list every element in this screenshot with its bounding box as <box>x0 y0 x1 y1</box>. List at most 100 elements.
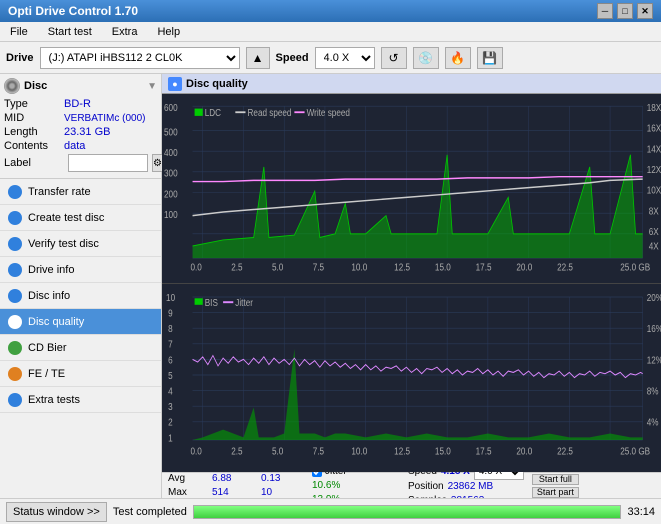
nav-drive-info[interactable]: Drive info <box>0 257 161 283</box>
disc-icon <box>4 78 20 94</box>
svg-text:10X: 10X <box>647 185 661 196</box>
eject-button[interactable]: ▲ <box>246 47 270 69</box>
minimize-button[interactable]: ─ <box>597 3 613 19</box>
chart-title: Disc quality <box>186 78 248 90</box>
svg-text:6: 6 <box>168 354 173 365</box>
speed-label: Speed <box>276 52 309 64</box>
chart-header: ● Disc quality <box>162 74 661 94</box>
disc-mid-label: MID <box>4 112 64 124</box>
nav-label-transfer: Transfer rate <box>28 186 91 198</box>
menu-extra[interactable]: Extra <box>106 24 144 40</box>
nav-label-cd-bier: CD Bier <box>28 342 67 354</box>
svg-text:8X: 8X <box>649 206 659 217</box>
svg-text:25.0 GB: 25.0 GB <box>620 262 650 273</box>
nav-icon-verify <box>8 237 22 251</box>
disc-type-value: BD-R <box>64 98 91 110</box>
drive-select[interactable]: (J:) ATAPI iHBS112 2 CL0K <box>40 47 240 69</box>
burn-button[interactable]: 🔥 <box>445 47 471 69</box>
nav-label-fe-te: FE / TE <box>28 368 65 380</box>
svg-text:8: 8 <box>168 323 173 334</box>
nav-create-test-disc[interactable]: Create test disc <box>0 205 161 231</box>
svg-text:Read speed: Read speed <box>248 107 292 118</box>
disc-type-label: Type <box>4 98 64 110</box>
nav-label-extra: Extra tests <box>28 394 80 406</box>
svg-text:BIS: BIS <box>205 297 218 308</box>
close-button[interactable]: ✕ <box>637 3 653 19</box>
progress-bar-container <box>193 505 622 519</box>
svg-text:8%: 8% <box>647 385 659 396</box>
svg-text:17.5: 17.5 <box>476 445 492 456</box>
nav-label-disc-quality: Disc quality <box>28 316 84 328</box>
nav-cd-bier[interactable]: CD Bier <box>0 335 161 361</box>
menu-file[interactable]: File <box>4 24 34 40</box>
svg-text:2.5: 2.5 <box>231 445 242 456</box>
maximize-button[interactable]: □ <box>617 3 633 19</box>
disc-label-input[interactable] <box>68 154 148 172</box>
svg-text:18X: 18X <box>647 102 661 113</box>
position-value: 23862 MB <box>448 480 494 494</box>
svg-text:0.0: 0.0 <box>191 445 202 456</box>
svg-text:10: 10 <box>166 291 175 302</box>
status-bar: Status window >> Test completed 33:14 <box>0 498 661 524</box>
chart-ldc-svg: 600 500 400 300 200 100 18X 16X 14X 12X … <box>162 94 661 283</box>
refresh-button[interactable]: ↺ <box>381 47 407 69</box>
jitter-avg: 10.6% <box>312 480 340 491</box>
disc-mid-value: VERBATIMc (000) <box>64 113 146 124</box>
svg-text:4: 4 <box>168 385 173 396</box>
stats-max-label: Max <box>168 486 208 499</box>
position-row: Position 23862 MB <box>408 480 524 494</box>
svg-text:16%: 16% <box>647 323 661 334</box>
nav-icon-extra <box>8 393 22 407</box>
svg-text:1: 1 <box>168 432 173 443</box>
svg-text:4X: 4X <box>649 241 659 252</box>
speed-select[interactable]: 4.0 X <box>315 47 375 69</box>
svg-text:Jitter: Jitter <box>235 297 253 308</box>
samples-value: 381563 <box>451 494 484 499</box>
menu-help[interactable]: Help <box>151 24 186 40</box>
start-part-button[interactable]: Start part <box>532 487 579 498</box>
svg-text:20%: 20% <box>647 291 661 302</box>
svg-text:3: 3 <box>168 401 173 412</box>
status-window-button[interactable]: Status window >> <box>6 502 107 522</box>
nav-verify-test-disc[interactable]: Verify test disc <box>0 231 161 257</box>
menu-start-test[interactable]: Start test <box>42 24 98 40</box>
stats-bis-max: 10 <box>261 486 301 499</box>
svg-text:6X: 6X <box>649 226 659 237</box>
nav-extra-tests[interactable]: Extra tests <box>0 387 161 413</box>
stats-avg-row: Avg 6.88 0.13 <box>168 472 308 486</box>
nav-label-disc-info: Disc info <box>28 290 70 302</box>
disc-type-row: Type BD-R <box>4 98 157 110</box>
disc-length-label: Length <box>4 126 64 138</box>
nav-disc-quality[interactable]: Disc quality <box>0 309 161 335</box>
svg-text:7.5: 7.5 <box>313 262 324 273</box>
nav-disc-info[interactable]: Disc info <box>0 283 161 309</box>
disc-length-value: 23.31 GB <box>64 126 110 138</box>
nav-icon-create <box>8 211 22 225</box>
disc-expand-icon[interactable]: ▼ <box>147 81 157 92</box>
nav-fe-te[interactable]: FE / TE <box>0 361 161 387</box>
nav-transfer-rate[interactable]: Transfer rate <box>0 179 161 205</box>
svg-text:10.0: 10.0 <box>351 262 367 273</box>
svg-text:7: 7 <box>168 338 173 349</box>
cd-button[interactable]: 💿 <box>413 47 439 69</box>
svg-text:5.0: 5.0 <box>272 445 283 456</box>
status-time: 33:14 <box>627 506 655 518</box>
disc-mid-row: MID VERBATIMc (000) <box>4 112 157 124</box>
stats-ldc-avg: 6.88 <box>212 472 257 486</box>
svg-text:500: 500 <box>164 127 178 138</box>
save-button[interactable]: 💾 <box>477 47 503 69</box>
svg-text:22.5: 22.5 <box>557 445 573 456</box>
samples-row: Samples 381563 <box>408 494 524 499</box>
svg-text:100: 100 <box>164 209 178 220</box>
svg-text:9: 9 <box>168 307 173 318</box>
start-buttons: Start full Start part <box>532 474 579 498</box>
stats-avg-label: Avg <box>168 472 208 486</box>
disc-contents-label: Contents <box>4 140 64 152</box>
disc-section: Disc ▼ Type BD-R MID VERBATIMc (000) Len… <box>0 74 161 179</box>
app-title: Opti Drive Control 1.70 <box>8 4 138 18</box>
chart-bis-svg: 10 9 8 7 6 5 4 3 2 1 20% 16% 12% 8% 4% <box>162 284 661 473</box>
start-full-button[interactable]: Start full <box>532 474 579 485</box>
nav-label-verify: Verify test disc <box>28 238 99 250</box>
disc-length-row: Length 23.31 GB <box>4 126 157 138</box>
disc-title: Disc <box>24 80 47 92</box>
